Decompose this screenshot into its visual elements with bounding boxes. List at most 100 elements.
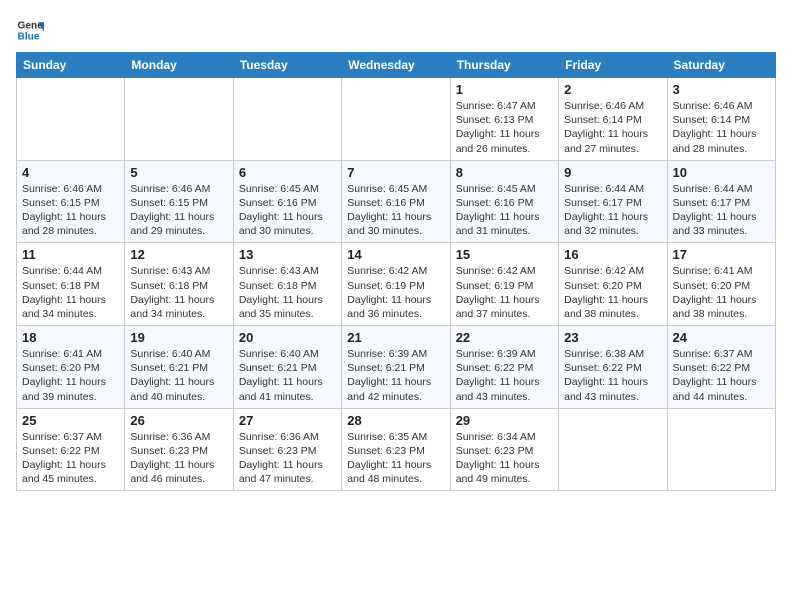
day-header-saturday: Saturday	[667, 53, 775, 78]
calendar-cell: 27 Sunrise: 6:36 AM Sunset: 6:23 PM Dayli…	[233, 408, 341, 491]
week-row-4: 18 Sunrise: 6:41 AM Sunset: 6:20 PM Dayli…	[17, 326, 776, 409]
calendar-cell: 11Sunrise: 6:44 AM Sunset: 6:18 PM Dayli…	[17, 243, 125, 326]
cell-info: Sunrise: 6:46 AM Sunset: 6:15 PM Dayligh…	[130, 182, 227, 239]
cell-info: Sunrise: 6:36 AM Sunset: 6:23 PM Dayligh…	[239, 430, 336, 487]
day-number: 24	[673, 330, 770, 345]
cell-info: Sunrise: 6:40 AM Sunset: 6:21 PM Dayligh…	[239, 347, 336, 404]
calendar-cell: 6 Sunrise: 6:45 AM Sunset: 6:16 PM Daylig…	[233, 160, 341, 243]
cell-info: Sunrise: 6:37 AM Sunset: 6:22 PM Dayligh…	[22, 430, 119, 487]
cell-info: Sunrise: 6:37 AM Sunset: 6:22 PM Dayligh…	[673, 347, 770, 404]
cell-info: Sunrise: 6:44 AM Sunset: 6:17 PM Dayligh…	[564, 182, 661, 239]
calendar-cell: 4 Sunrise: 6:46 AM Sunset: 6:15 PM Daylig…	[17, 160, 125, 243]
cell-info: Sunrise: 6:34 AM Sunset: 6:23 PM Dayligh…	[456, 430, 553, 487]
calendar-cell: 21Sunrise: 6:39 AM Sunset: 6:21 PM Dayli…	[342, 326, 450, 409]
svg-text:General: General	[18, 20, 44, 31]
calendar-cell: 2Sunrise: 6:46 AM Sunset: 6:14 PM Daylig…	[559, 78, 667, 161]
calendar-header-row: SundayMondayTuesdayWednesdayThursdayFrid…	[17, 53, 776, 78]
logo-icon: General Blue	[16, 16, 44, 44]
day-number: 5	[130, 165, 227, 180]
cell-info: Sunrise: 6:41 AM Sunset: 6:20 PM Dayligh…	[673, 264, 770, 321]
calendar-cell	[342, 78, 450, 161]
calendar-cell: 3 Sunrise: 6:46 AM Sunset: 6:14 PM Daylig…	[667, 78, 775, 161]
calendar-table: SundayMondayTuesdayWednesdayThursdayFrid…	[16, 52, 776, 491]
cell-info: Sunrise: 6:43 AM Sunset: 6:18 PM Dayligh…	[239, 264, 336, 321]
logo: General Blue	[16, 16, 48, 44]
calendar-cell: 13Sunrise: 6:43 AM Sunset: 6:18 PM Dayli…	[233, 243, 341, 326]
day-number: 23	[564, 330, 661, 345]
day-number: 16	[564, 247, 661, 262]
calendar-cell: 5 Sunrise: 6:46 AM Sunset: 6:15 PM Daylig…	[125, 160, 233, 243]
calendar-cell	[233, 78, 341, 161]
day-number: 28	[347, 413, 444, 428]
day-header-sunday: Sunday	[17, 53, 125, 78]
calendar-cell: 7 Sunrise: 6:45 AM Sunset: 6:16 PM Daylig…	[342, 160, 450, 243]
day-header-tuesday: Tuesday	[233, 53, 341, 78]
cell-info: Sunrise: 6:43 AM Sunset: 6:18 PM Dayligh…	[130, 264, 227, 321]
cell-info: Sunrise: 6:38 AM Sunset: 6:22 PM Dayligh…	[564, 347, 661, 404]
calendar-cell: 8Sunrise: 6:45 AM Sunset: 6:16 PM Daylig…	[450, 160, 558, 243]
cell-info: Sunrise: 6:42 AM Sunset: 6:19 PM Dayligh…	[347, 264, 444, 321]
day-number: 22	[456, 330, 553, 345]
cell-info: Sunrise: 6:42 AM Sunset: 6:19 PM Dayligh…	[456, 264, 553, 321]
day-number: 19	[130, 330, 227, 345]
calendar-cell	[559, 408, 667, 491]
cell-info: Sunrise: 6:46 AM Sunset: 6:15 PM Dayligh…	[22, 182, 119, 239]
day-number: 10	[673, 165, 770, 180]
calendar-cell: 17Sunrise: 6:41 AM Sunset: 6:20 PM Dayli…	[667, 243, 775, 326]
cell-info: Sunrise: 6:45 AM Sunset: 6:16 PM Dayligh…	[239, 182, 336, 239]
cell-info: Sunrise: 6:40 AM Sunset: 6:21 PM Dayligh…	[130, 347, 227, 404]
week-row-1: 1 Sunrise: 6:47 AM Sunset: 6:13 PM Daylig…	[17, 78, 776, 161]
calendar-cell: 10 Sunrise: 6:44 AM Sunset: 6:17 PM Dayli…	[667, 160, 775, 243]
calendar-cell: 9 Sunrise: 6:44 AM Sunset: 6:17 PM Daylig…	[559, 160, 667, 243]
day-number: 18	[22, 330, 119, 345]
cell-info: Sunrise: 6:47 AM Sunset: 6:13 PM Dayligh…	[456, 99, 553, 156]
cell-info: Sunrise: 6:46 AM Sunset: 6:14 PM Dayligh…	[673, 99, 770, 156]
day-number: 6	[239, 165, 336, 180]
calendar-cell	[125, 78, 233, 161]
calendar-cell	[17, 78, 125, 161]
day-number: 4	[22, 165, 119, 180]
day-number: 14	[347, 247, 444, 262]
cell-info: Sunrise: 6:45 AM Sunset: 6:16 PM Dayligh…	[347, 182, 444, 239]
day-header-thursday: Thursday	[450, 53, 558, 78]
day-header-monday: Monday	[125, 53, 233, 78]
day-number: 1	[456, 82, 553, 97]
calendar-cell: 15 Sunrise: 6:42 AM Sunset: 6:19 PM Dayli…	[450, 243, 558, 326]
day-number: 21	[347, 330, 444, 345]
cell-info: Sunrise: 6:42 AM Sunset: 6:20 PM Dayligh…	[564, 264, 661, 321]
calendar-cell: 14 Sunrise: 6:42 AM Sunset: 6:19 PM Dayli…	[342, 243, 450, 326]
day-number: 25	[22, 413, 119, 428]
day-number: 12	[130, 247, 227, 262]
calendar-cell: 20Sunrise: 6:40 AM Sunset: 6:21 PM Dayli…	[233, 326, 341, 409]
calendar-cell: 23 Sunrise: 6:38 AM Sunset: 6:22 PM Dayli…	[559, 326, 667, 409]
day-number: 7	[347, 165, 444, 180]
week-row-5: 25 Sunrise: 6:37 AM Sunset: 6:22 PM Dayli…	[17, 408, 776, 491]
day-header-wednesday: Wednesday	[342, 53, 450, 78]
calendar-cell: 1 Sunrise: 6:47 AM Sunset: 6:13 PM Daylig…	[450, 78, 558, 161]
day-number: 9	[564, 165, 661, 180]
calendar-cell: 26Sunrise: 6:36 AM Sunset: 6:23 PM Dayli…	[125, 408, 233, 491]
calendar-cell: 18 Sunrise: 6:41 AM Sunset: 6:20 PM Dayli…	[17, 326, 125, 409]
day-number: 3	[673, 82, 770, 97]
calendar-cell: 16 Sunrise: 6:42 AM Sunset: 6:20 PM Dayli…	[559, 243, 667, 326]
svg-text:Blue: Blue	[18, 31, 40, 42]
calendar-cell: 28 Sunrise: 6:35 AM Sunset: 6:23 PM Dayli…	[342, 408, 450, 491]
cell-info: Sunrise: 6:44 AM Sunset: 6:18 PM Dayligh…	[22, 264, 119, 321]
day-number: 29	[456, 413, 553, 428]
cell-info: Sunrise: 6:35 AM Sunset: 6:23 PM Dayligh…	[347, 430, 444, 487]
week-row-3: 11Sunrise: 6:44 AM Sunset: 6:18 PM Dayli…	[17, 243, 776, 326]
calendar-cell: 29 Sunrise: 6:34 AM Sunset: 6:23 PM Dayli…	[450, 408, 558, 491]
cell-info: Sunrise: 6:36 AM Sunset: 6:23 PM Dayligh…	[130, 430, 227, 487]
calendar-cell: 12 Sunrise: 6:43 AM Sunset: 6:18 PM Dayli…	[125, 243, 233, 326]
calendar-cell: 19 Sunrise: 6:40 AM Sunset: 6:21 PM Dayli…	[125, 326, 233, 409]
day-number: 15	[456, 247, 553, 262]
calendar-cell: 22 Sunrise: 6:39 AM Sunset: 6:22 PM Dayli…	[450, 326, 558, 409]
day-header-friday: Friday	[559, 53, 667, 78]
cell-info: Sunrise: 6:39 AM Sunset: 6:22 PM Dayligh…	[456, 347, 553, 404]
calendar-cell: 24 Sunrise: 6:37 AM Sunset: 6:22 PM Dayli…	[667, 326, 775, 409]
cell-info: Sunrise: 6:41 AM Sunset: 6:20 PM Dayligh…	[22, 347, 119, 404]
day-number: 27	[239, 413, 336, 428]
day-number: 2	[564, 82, 661, 97]
cell-info: Sunrise: 6:44 AM Sunset: 6:17 PM Dayligh…	[673, 182, 770, 239]
week-row-2: 4 Sunrise: 6:46 AM Sunset: 6:15 PM Daylig…	[17, 160, 776, 243]
